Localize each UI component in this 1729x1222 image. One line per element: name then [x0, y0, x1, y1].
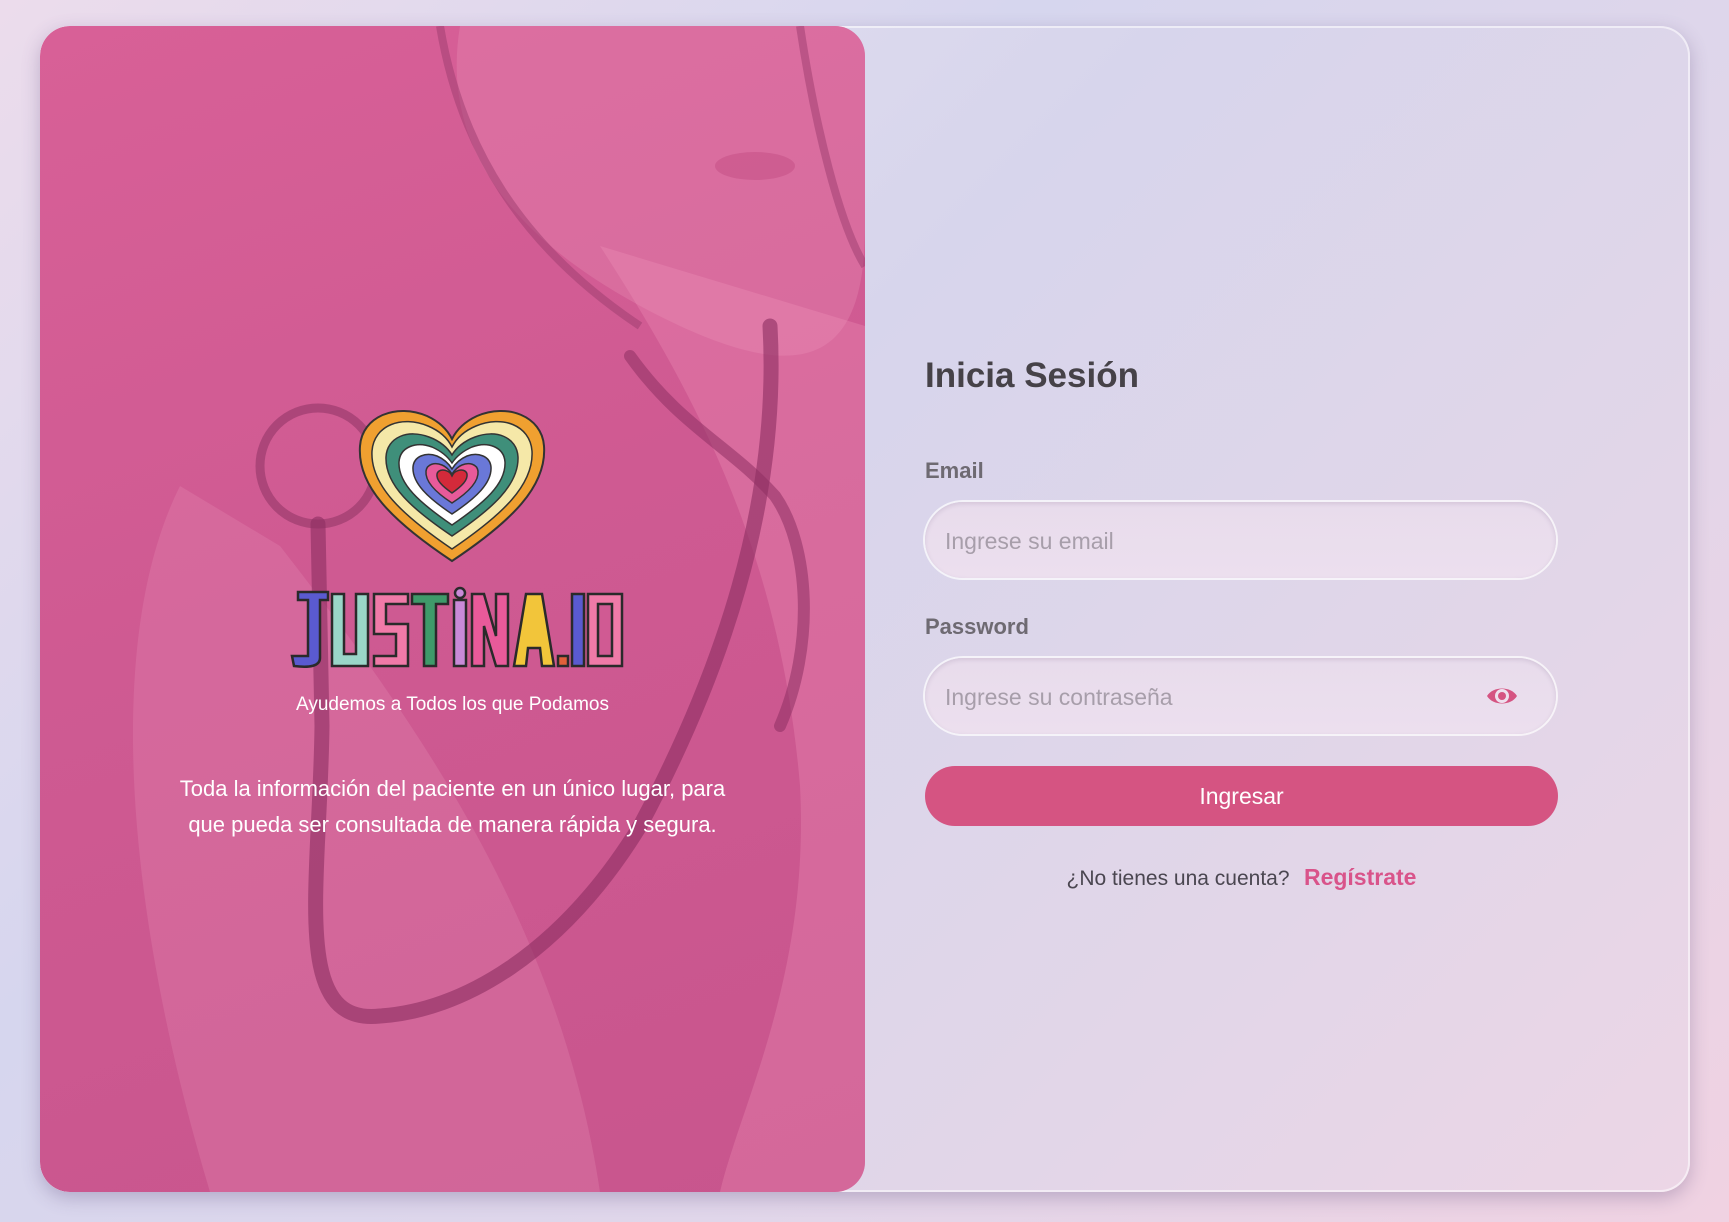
justina-io-wordmark: [290, 586, 624, 668]
heart-mandala-logo: [358, 409, 546, 563]
signup-question: ¿No tienes una cuenta?: [1066, 867, 1290, 890]
brand-tagline: Ayudemos a Todos los que Podamos: [296, 694, 609, 715]
brand-description: Toda la información del paciente en un ú…: [179, 776, 726, 837]
password-field[interactable]: [943, 658, 1507, 736]
password-label: Password: [925, 614, 1029, 639]
email-field[interactable]: [943, 502, 1507, 580]
login-button[interactable]: Ingresar: [925, 766, 1558, 826]
login-form: Inicia Sesión Email Password Ingresar ¿N…: [925, 26, 1560, 1192]
page-title: Inicia Sesión: [925, 356, 1139, 395]
eye-icon[interactable]: [1485, 681, 1519, 711]
login-card: Ayudemos a Todos los que Podamos Toda la…: [40, 26, 1690, 1192]
email-label: Email: [925, 458, 984, 483]
brand-panel: Ayudemos a Todos los que Podamos Toda la…: [40, 26, 865, 1192]
signup-link[interactable]: Regístrate: [1304, 864, 1416, 890]
signup-row: ¿No tienes una cuenta? Regístrate: [925, 864, 1558, 891]
password-field-container: [925, 658, 1556, 736]
email-field-container: [925, 502, 1556, 580]
